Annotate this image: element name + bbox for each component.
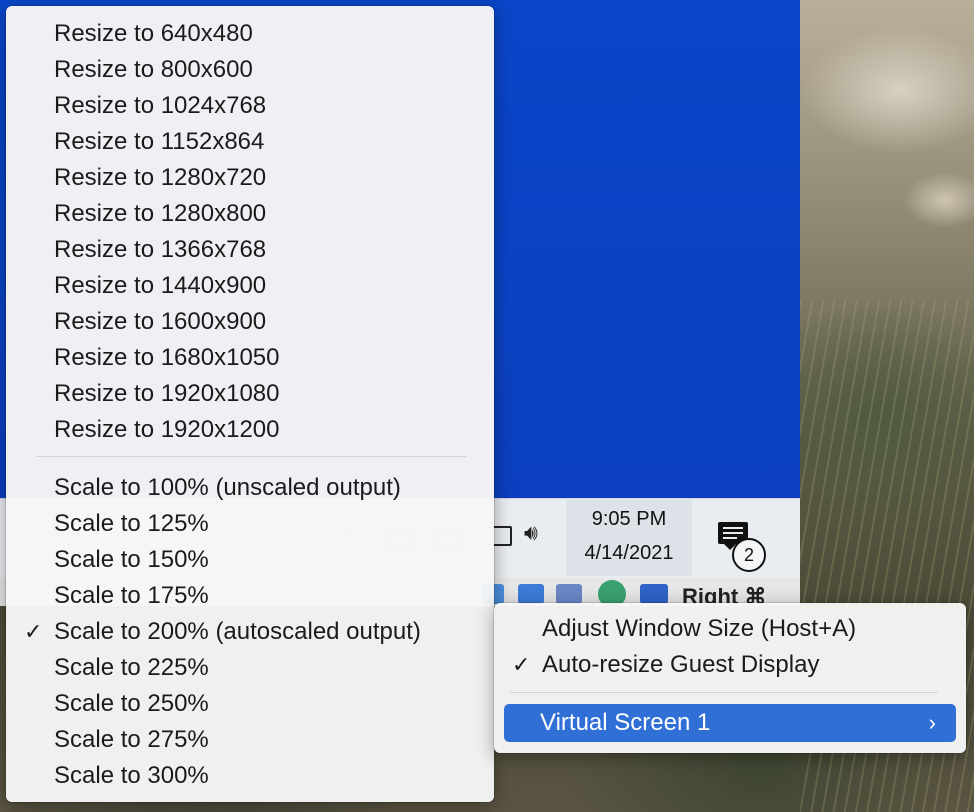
checkmark-icon: ✓ — [512, 652, 531, 677]
menu-item-resize-1024x768[interactable]: Resize to 1024x768 — [6, 88, 494, 124]
menu-item-resize-1600x900[interactable]: Resize to 1600x900 — [6, 304, 494, 340]
chevron-right-icon: › — [928, 710, 936, 735]
menu-item-adjust-window-size[interactable]: Adjust Window Size (Host+A) — [494, 611, 966, 647]
menu-item-resize-1280x720[interactable]: Resize to 1280x720 — [6, 160, 494, 196]
menu-item-scale-200[interactable]: ✓ Scale to 200% (autoscaled output) — [6, 614, 494, 650]
clock-time: 9:05 PM — [591, 508, 667, 530]
menu-item-scale-175[interactable]: Scale to 175% — [6, 578, 494, 614]
volume-icon[interactable]: 🔊︎ — [524, 520, 538, 546]
menu-item-resize-1680x1050[interactable]: Resize to 1680x1050 — [6, 340, 494, 376]
menu-item-resize-1366x768[interactable]: Resize to 1366x768 — [6, 232, 494, 268]
menu-item-scale-225[interactable]: Scale to 225% — [6, 650, 494, 686]
menu-item-scale-300[interactable]: Scale to 300% — [6, 758, 494, 794]
menu-item-scale-100[interactable]: Scale to 100% (unscaled output) — [6, 470, 494, 506]
menu-item-scale-125[interactable]: Scale to 125% — [6, 506, 494, 542]
menu-item-scale-150[interactable]: Scale to 150% — [6, 542, 494, 578]
menu-separator — [36, 456, 466, 457]
mouse-integration-icon[interactable] — [640, 584, 668, 604]
menu-item-resize-1440x900[interactable]: Resize to 1440x900 — [6, 268, 494, 304]
menu-item-resize-1152x864[interactable]: Resize to 1152x864 — [6, 124, 494, 160]
view-display-menu: Adjust Window Size (Host+A) ✓ Auto-resiz… — [494, 603, 966, 753]
clock-date: 4/14/2021 — [584, 542, 674, 564]
menu-item-scale-275[interactable]: Scale to 275% — [6, 722, 494, 758]
recording-icon[interactable] — [556, 584, 582, 604]
virtual-screen-scale-menu: Resize to 640x480 Resize to 800x600 Resi… — [6, 6, 494, 802]
menu-item-virtual-screen-1[interactable]: Virtual Screen 1 › — [504, 704, 956, 742]
menu-item-resize-1280x800[interactable]: Resize to 1280x800 — [6, 196, 494, 232]
menu-separator — [510, 692, 938, 693]
display-status-icon[interactable] — [518, 584, 544, 604]
menu-item-auto-resize-guest[interactable]: ✓ Auto-resize Guest Display — [494, 647, 966, 683]
menu-item-scale-250[interactable]: Scale to 250% — [6, 686, 494, 722]
checkmark-icon: ✓ — [24, 619, 43, 644]
menu-item-resize-800x600[interactable]: Resize to 800x600 — [6, 52, 494, 88]
menu-item-resize-640x480[interactable]: Resize to 640x480 — [6, 16, 494, 52]
menu-item-resize-1920x1200[interactable]: Resize to 1920x1200 — [6, 412, 494, 448]
notification-count-badge: 2 — [732, 538, 766, 572]
menu-item-resize-1920x1080[interactable]: Resize to 1920x1080 — [6, 376, 494, 412]
